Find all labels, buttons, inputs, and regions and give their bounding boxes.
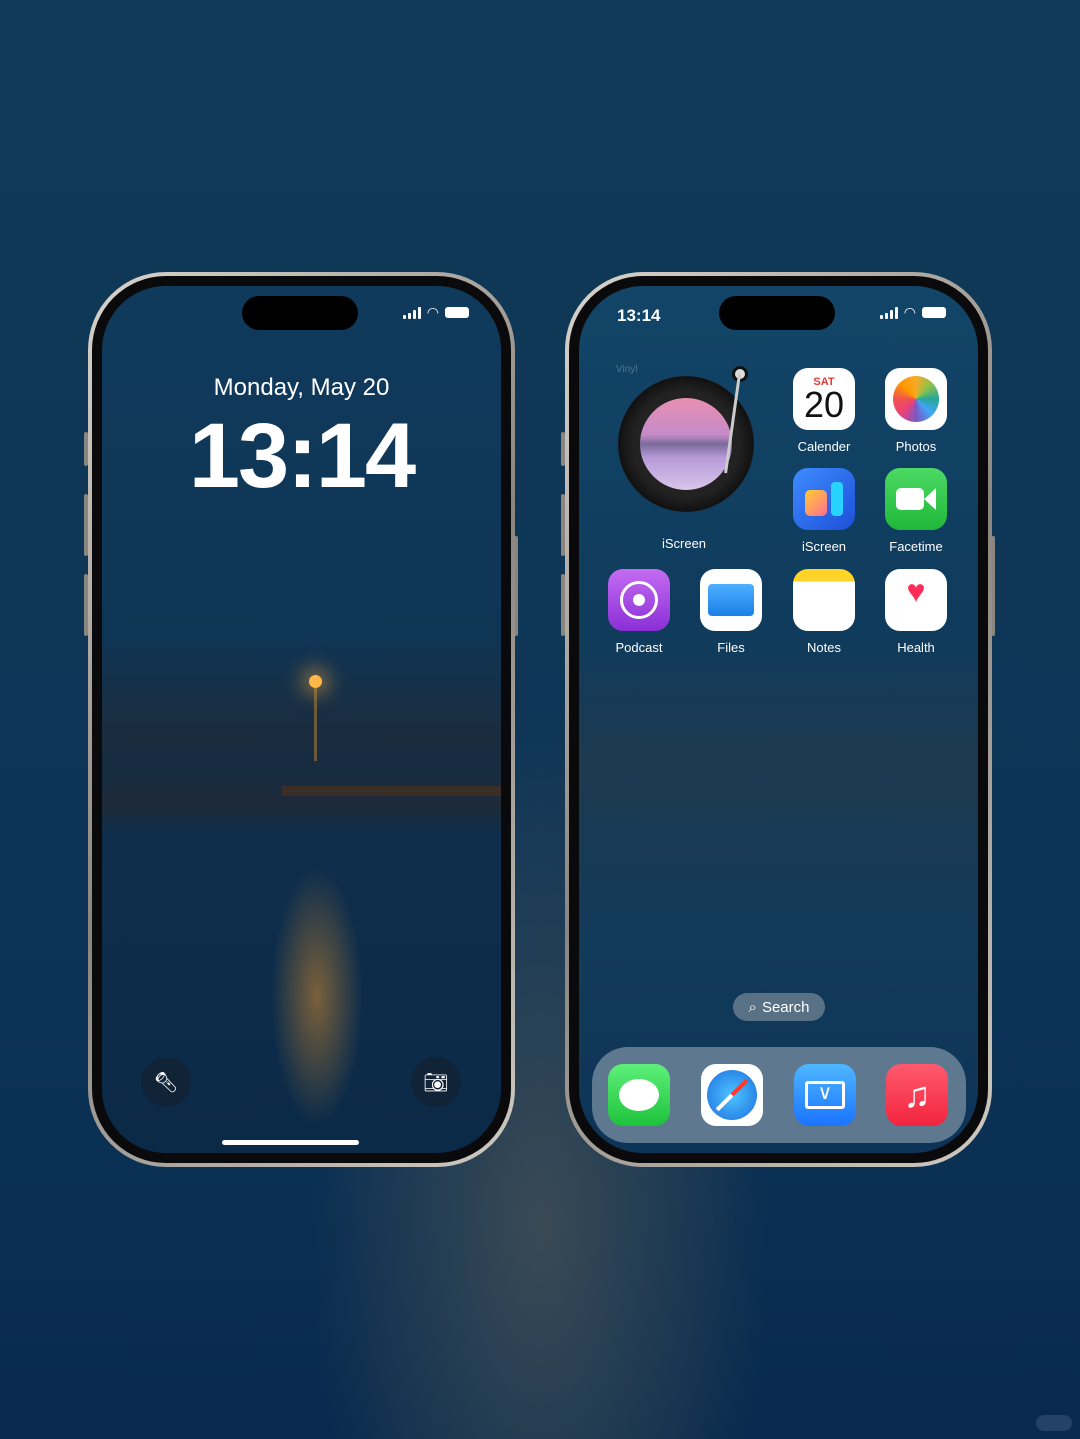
mountain-silhouette xyxy=(102,756,501,836)
wifi-icon: ◠ xyxy=(426,304,439,320)
light-reflection xyxy=(267,856,367,1136)
facetime-icon xyxy=(885,468,947,530)
app-label: Podcast xyxy=(615,640,663,655)
vinyl-record xyxy=(618,376,754,512)
messages-icon[interactable] xyxy=(608,1064,670,1126)
signal-icon xyxy=(879,306,898,319)
app-photos[interactable]: Photos xyxy=(876,368,956,454)
mail-icon[interactable]: ∨ xyxy=(794,1064,856,1126)
photos-icon xyxy=(885,368,947,430)
notes-icon xyxy=(793,569,855,631)
camera-button[interactable]: 📷︎ xyxy=(411,1057,461,1107)
battery-icon xyxy=(922,307,946,318)
safari-icon[interactable] xyxy=(701,1064,763,1126)
app-facetime[interactable]: Facetime xyxy=(876,468,956,554)
app-label: Files xyxy=(717,640,745,655)
wifi-icon: ◠ xyxy=(903,304,916,320)
app-label: Facetime xyxy=(889,539,943,554)
app-calendar[interactable]: SAT 20 Calender xyxy=(784,368,864,454)
lock-screen-phone: ◠ Monday, May 20 13:14 🔦︎ 📷︎ xyxy=(88,272,515,1167)
home-indicator[interactable] xyxy=(222,1140,359,1145)
status-bar: ◠ xyxy=(402,304,469,321)
app-podcast[interactable]: Podcast xyxy=(599,569,679,655)
signal-icon xyxy=(402,306,421,319)
iscreen-icon xyxy=(793,468,855,530)
flashlight-button[interactable]: 🔦︎ xyxy=(141,1057,191,1107)
app-label: Photos xyxy=(895,439,937,454)
widget-label: iScreen xyxy=(661,536,707,551)
status-time: 13:14 xyxy=(617,306,661,325)
calendar-icon: SAT 20 xyxy=(793,368,855,430)
lamp-post xyxy=(309,675,322,761)
app-label: Notes xyxy=(807,640,841,655)
camera-icon: 📷︎ xyxy=(423,1071,449,1094)
music-icon[interactable]: ♫ xyxy=(886,1064,948,1126)
search-pill[interactable]: ⌕ Search xyxy=(733,993,825,1021)
watermark xyxy=(1036,1415,1072,1431)
status-bar: ◠ xyxy=(879,304,946,321)
calendar-date: 20 xyxy=(803,384,845,425)
app-health[interactable]: ♥ Health xyxy=(876,569,956,655)
lock-screen: ◠ Monday, May 20 13:14 🔦︎ 📷︎ xyxy=(102,286,501,1153)
lock-date: Monday, May 20 xyxy=(213,374,390,401)
app-label: iScreen xyxy=(801,539,847,554)
battery-icon xyxy=(445,307,469,318)
files-icon xyxy=(700,569,762,631)
heart-icon: ♥ xyxy=(885,569,947,631)
flashlight-icon: 🔦︎ xyxy=(153,1071,179,1094)
app-iscreen[interactable]: iScreen xyxy=(784,468,864,554)
podcast-icon xyxy=(608,569,670,631)
app-files[interactable]: Files xyxy=(691,569,771,655)
home-screen-phone: 13:14 ◠ Vinyl iScreen SAT 20 Calender Ph… xyxy=(565,272,992,1167)
app-label: Calender xyxy=(797,439,851,454)
app-notes[interactable]: Notes xyxy=(784,569,864,655)
album-art xyxy=(640,398,732,490)
dock: ∨ ♫ xyxy=(592,1047,966,1143)
app-label: Health xyxy=(897,640,935,655)
search-label: Search xyxy=(761,998,810,1016)
search-icon: ⌕ xyxy=(748,998,757,1016)
home-screen: 13:14 ◠ Vinyl iScreen SAT 20 Calender Ph… xyxy=(579,286,978,1153)
dynamic-island xyxy=(242,296,358,330)
lock-time: 13:14 xyxy=(188,405,416,507)
widget-caption: Vinyl xyxy=(616,364,638,375)
vinyl-widget[interactable]: Vinyl iScreen xyxy=(604,364,764,551)
pier xyxy=(282,786,501,796)
dynamic-island xyxy=(719,296,835,330)
